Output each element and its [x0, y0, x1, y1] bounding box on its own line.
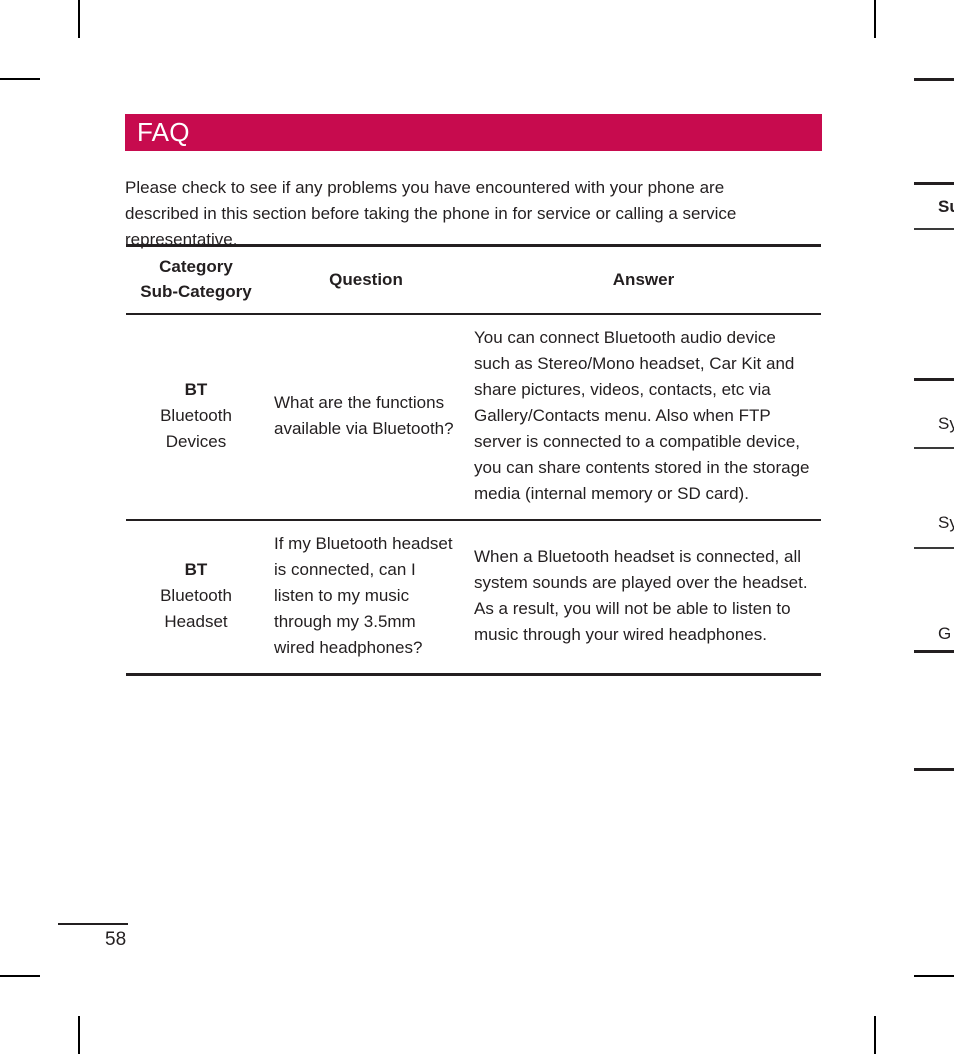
side-thumb-index: Su Sy Sy G [914, 0, 954, 1054]
faq-section-banner: FAQ [125, 114, 822, 151]
column-header-answer: Answer [466, 244, 821, 315]
side-index-rule [914, 768, 954, 771]
crop-mark-top-right-vertical [874, 0, 876, 38]
category-main-label: BT [184, 560, 208, 579]
cell-question: If my Bluetooth headset is connected, ca… [266, 520, 466, 676]
crop-mark-top-left-horizontal [0, 78, 40, 80]
category-sub-label-line2: Headset [164, 612, 228, 631]
column-header-question: Question [266, 244, 466, 315]
cell-category: BT Bluetooth Headset [126, 520, 266, 676]
column-header-subcategory-label: Sub-Category [140, 282, 252, 301]
table-row: BT Bluetooth Headset If my Bluetooth hea… [126, 520, 821, 676]
column-header-category: Category Sub-Category [126, 244, 266, 315]
side-index-rule [914, 378, 954, 381]
table-header-row: Category Sub-Category Question Answer [126, 244, 821, 315]
side-index-rule [914, 447, 954, 449]
footer-rule [58, 923, 128, 925]
cell-answer: You can connect Bluetooth audio device s… [466, 314, 821, 521]
side-index-rule [914, 228, 954, 230]
column-header-category-label: Category [159, 257, 233, 276]
faq-table: Category Sub-Category Question Answer BT… [126, 244, 821, 676]
side-index-tab-1[interactable]: Sy [938, 414, 954, 434]
crop-mark-top-left-vertical [78, 0, 80, 38]
cell-answer: When a Bluetooth headset is connected, a… [466, 520, 821, 676]
page-title: FAQ [137, 117, 190, 147]
crop-mark-bottom-left-horizontal [0, 975, 40, 977]
category-sub-label-line2: Devices [165, 432, 227, 451]
side-index-tab-3[interactable]: G [938, 624, 951, 644]
intro-paragraph: Please check to see if any problems you … [125, 178, 737, 249]
side-index-rule [914, 650, 954, 653]
page-number: 58 [105, 929, 127, 950]
category-sub-label-line1: Bluetooth [160, 406, 232, 425]
side-index-rule [914, 182, 954, 185]
cell-category: BT Bluetooth Devices [126, 314, 266, 521]
category-main-label: BT [184, 380, 208, 399]
crop-mark-bottom-left-vertical [78, 1016, 80, 1054]
category-sub-label-line1: Bluetooth [160, 586, 232, 605]
side-index-tab-2[interactable]: Sy [938, 513, 954, 533]
crop-mark-bottom-right-vertical [874, 1016, 876, 1054]
side-index-tab-0[interactable]: Su [938, 197, 954, 217]
table-row: BT Bluetooth Devices What are the functi… [126, 314, 821, 521]
side-index-rule [914, 78, 954, 81]
cell-question: What are the functions available via Blu… [266, 314, 466, 521]
side-index-rule [914, 547, 954, 549]
